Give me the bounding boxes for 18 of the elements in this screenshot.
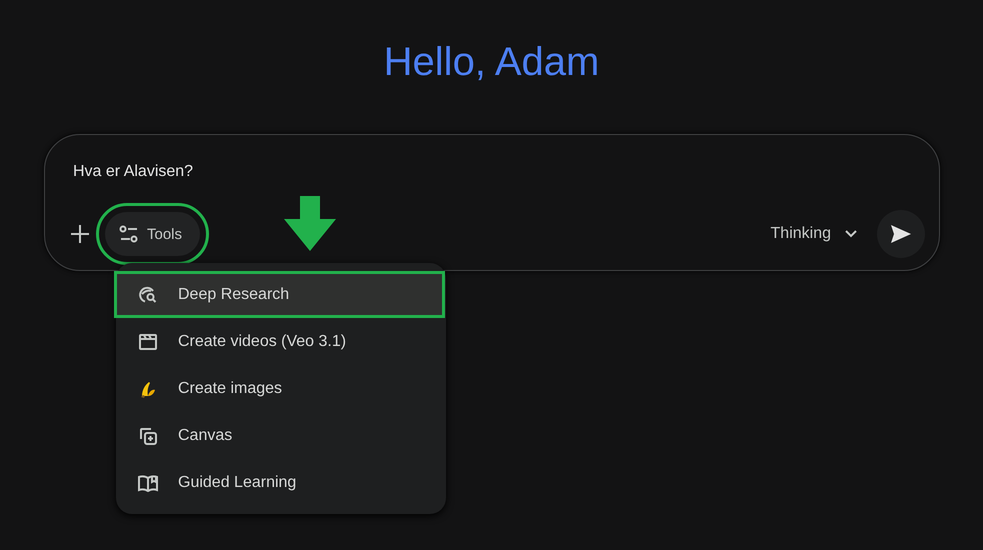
prompt-text[interactable]: Hva er Alavisen? <box>73 163 194 181</box>
menu-item[interactable]: Guided Learning <box>114 459 445 506</box>
globe-search-icon <box>138 284 158 304</box>
menu-item[interactable]: Create videos (Veo 3.1) <box>114 318 445 365</box>
menu-item[interactable]: Create images <box>114 365 445 412</box>
canvas-add-icon <box>138 426 158 446</box>
chevron-down-icon <box>845 230 857 238</box>
menu-item[interactable]: Canvas <box>114 412 445 459</box>
clapperboard-icon <box>138 332 158 350</box>
greeting: Hello, Adam <box>384 39 600 86</box>
model-dropdown[interactable]: Thinking <box>770 225 857 243</box>
open-book-icon <box>137 474 159 492</box>
plus-icon[interactable] <box>69 223 91 245</box>
menu-item[interactable]: Deep Research <box>114 271 445 318</box>
send-button[interactable] <box>877 210 925 258</box>
sliders-icon <box>119 225 139 243</box>
tools-button[interactable]: Tools <box>105 212 200 256</box>
send-icon <box>890 224 912 244</box>
